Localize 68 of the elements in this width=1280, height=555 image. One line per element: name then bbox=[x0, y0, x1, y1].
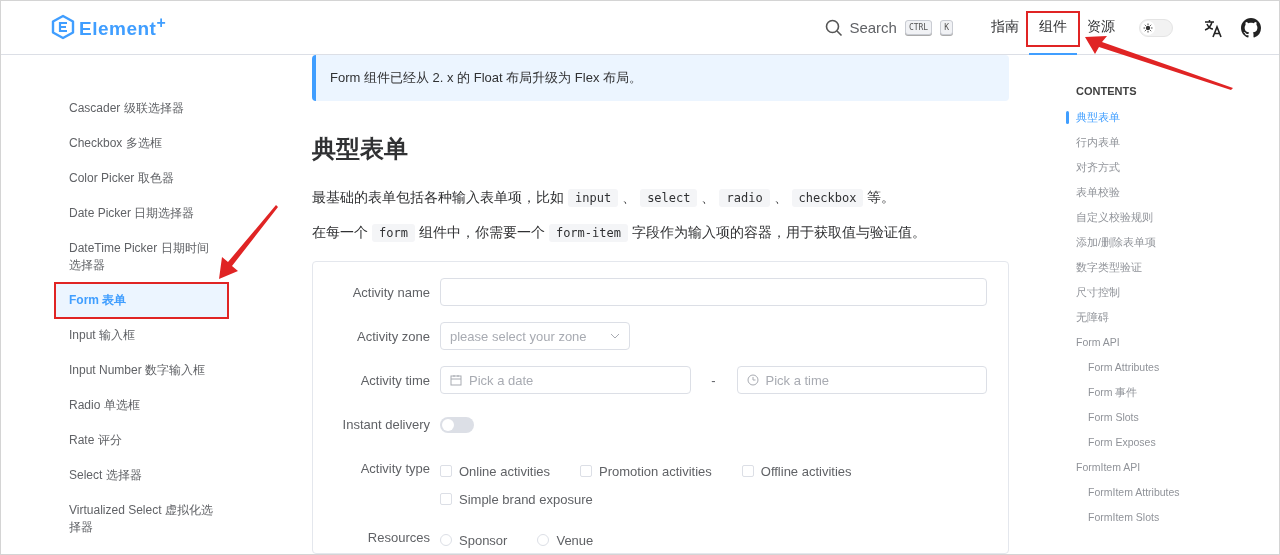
checkbox-label[interactable]: Simple brand exposure bbox=[459, 491, 593, 507]
text-input[interactable] bbox=[440, 278, 987, 306]
search-icon bbox=[825, 18, 844, 37]
calendar-icon bbox=[450, 374, 462, 386]
sidebar-item[interactable]: DateTime Picker 日期时间选择器 bbox=[54, 231, 229, 283]
time-field[interactable]: Pick a time bbox=[736, 366, 987, 394]
checkbox-label[interactable]: Offline activities bbox=[760, 463, 852, 479]
clock-icon bbox=[746, 374, 759, 386]
sidebar-item[interactable]: Virtualized Select 虚拟化选择器 bbox=[54, 493, 229, 545]
sun-icon bbox=[1143, 22, 1153, 33]
search-button[interactable]: Search CTRL K bbox=[825, 18, 953, 37]
checkbox-label[interactable]: Promotion activities bbox=[599, 463, 712, 479]
nav-link[interactable]: 指南 bbox=[981, 1, 1029, 55]
toc-link[interactable]: FormItem Slots bbox=[1066, 505, 1180, 530]
sidebar-item[interactable]: Checkbox 多选框 bbox=[54, 126, 229, 161]
toc-link[interactable]: 无障碍 bbox=[1066, 305, 1180, 330]
toc-link[interactable]: FormItem Attributes bbox=[1066, 480, 1180, 505]
sidebar-item[interactable]: Select 选择器 bbox=[54, 458, 229, 493]
sidebar-item[interactable]: Color Picker 取色器 bbox=[54, 161, 229, 196]
nav-link[interactable]: 资源 bbox=[1077, 1, 1125, 55]
form-label: Activity zone bbox=[356, 328, 431, 346]
radio-label[interactable]: Venue bbox=[556, 532, 594, 548]
toc-link[interactable]: 尺寸控制 bbox=[1066, 280, 1180, 305]
paragraph: 最基础的表单包括各种输入表单项，比如 input 、 select 、 radio 、 checkbox 等。 bbox=[312, 188, 897, 209]
date-field[interactable]: Pick a date bbox=[440, 366, 691, 394]
toc-link[interactable]: Form Slots bbox=[1066, 405, 1180, 430]
paragraph: 在每一个 form 组件中，你需要一个 form-item 字段作为输入项的容器，用于获取值与验证值。 bbox=[312, 223, 927, 244]
section-heading: 典型表单 bbox=[312, 134, 409, 164]
sidebar-item[interactable]: Rate 评分 bbox=[54, 423, 229, 458]
checkbox[interactable] bbox=[440, 465, 452, 477]
logo-text[interactable]: Element$^{+}$ bbox=[79, 14, 167, 41]
select-field[interactable]: please select your zone bbox=[440, 322, 630, 350]
logo-icon bbox=[51, 14, 75, 41]
sidebar-item[interactable]: Input 输入框 bbox=[54, 318, 229, 353]
toc-link[interactable]: 数字类型验证 bbox=[1066, 255, 1180, 280]
toc-link[interactable]: 对齐方式 bbox=[1066, 155, 1180, 180]
toc-link[interactable]: 自定义校验规则 bbox=[1066, 205, 1180, 230]
form-label: Instant delivery bbox=[341, 416, 431, 434]
form-label: Activity type bbox=[359, 460, 431, 478]
toc-link[interactable]: 添加/删除表单项 bbox=[1066, 230, 1180, 255]
chevron-down-icon bbox=[610, 333, 620, 339]
checkbox[interactable] bbox=[440, 493, 452, 505]
form-label: Resources bbox=[366, 529, 431, 547]
tip-banner: Form 组件已经从 2. x 的 Float 布局升级为 Flex 布局。 bbox=[312, 55, 1009, 101]
translate-icon[interactable] bbox=[1203, 17, 1223, 38]
toggle-switch[interactable] bbox=[440, 417, 474, 433]
toc-link[interactable]: Form API bbox=[1066, 330, 1180, 355]
sidebar-item[interactable]: Input Number 数字输入框 bbox=[54, 353, 229, 388]
toc-link[interactable]: Form Exposes bbox=[1066, 430, 1180, 455]
checkbox-label[interactable]: Online activities bbox=[459, 463, 551, 479]
toc-link[interactable]: 表单校验 bbox=[1066, 180, 1180, 205]
sidebar-item[interactable]: Cascader 级联选择器 bbox=[54, 91, 229, 126]
toc-link[interactable]: 行内表单 bbox=[1066, 130, 1180, 155]
toc-link[interactable]: Form Attributes bbox=[1066, 355, 1180, 380]
theme-toggle[interactable] bbox=[1139, 18, 1173, 37]
toc-link[interactable]: FormItem API bbox=[1066, 455, 1180, 480]
form-label: Activity time bbox=[359, 372, 431, 390]
checkbox[interactable] bbox=[580, 465, 593, 477]
sidebar-item[interactable]: Date Picker 日期选择器 bbox=[54, 196, 229, 231]
checkbox[interactable] bbox=[741, 465, 754, 477]
radio-label[interactable]: Sponsor bbox=[459, 532, 508, 548]
github-icon[interactable] bbox=[1241, 17, 1261, 38]
toc-link[interactable]: 典型表单 bbox=[1066, 105, 1180, 130]
toc-link[interactable]: Form 事件 bbox=[1066, 380, 1180, 405]
sidebar-item[interactable]: Radio 单选框 bbox=[54, 388, 229, 423]
range-separator: - bbox=[710, 372, 717, 388]
toc-title: CONTENTS bbox=[1076, 85, 1138, 97]
form-label: Activity name bbox=[351, 284, 431, 302]
